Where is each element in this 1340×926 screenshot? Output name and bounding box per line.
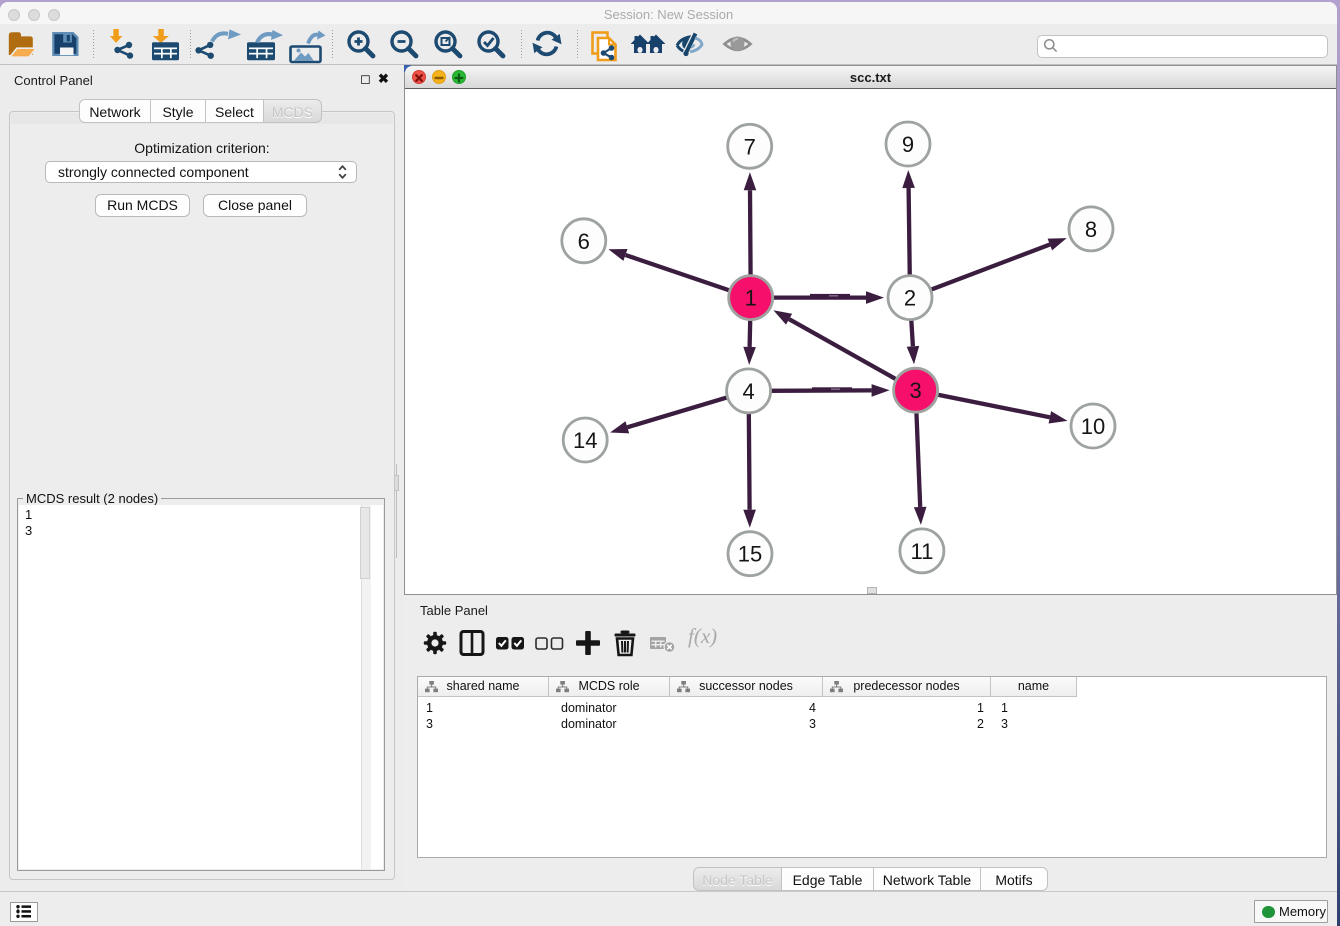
svg-text:15: 15 — [738, 542, 762, 567]
svg-text:4: 4 — [742, 379, 754, 404]
svg-text:7: 7 — [744, 134, 756, 159]
svg-text:9: 9 — [902, 132, 914, 157]
svg-text:2: 2 — [904, 286, 916, 311]
svg-text:10: 10 — [1081, 414, 1105, 439]
svg-text:6: 6 — [578, 229, 590, 254]
svg-text:8: 8 — [1085, 217, 1097, 242]
svg-text:14: 14 — [573, 428, 597, 453]
svg-text:11: 11 — [910, 539, 933, 564]
svg-text:3: 3 — [909, 378, 921, 403]
svg-text:1: 1 — [745, 286, 757, 311]
